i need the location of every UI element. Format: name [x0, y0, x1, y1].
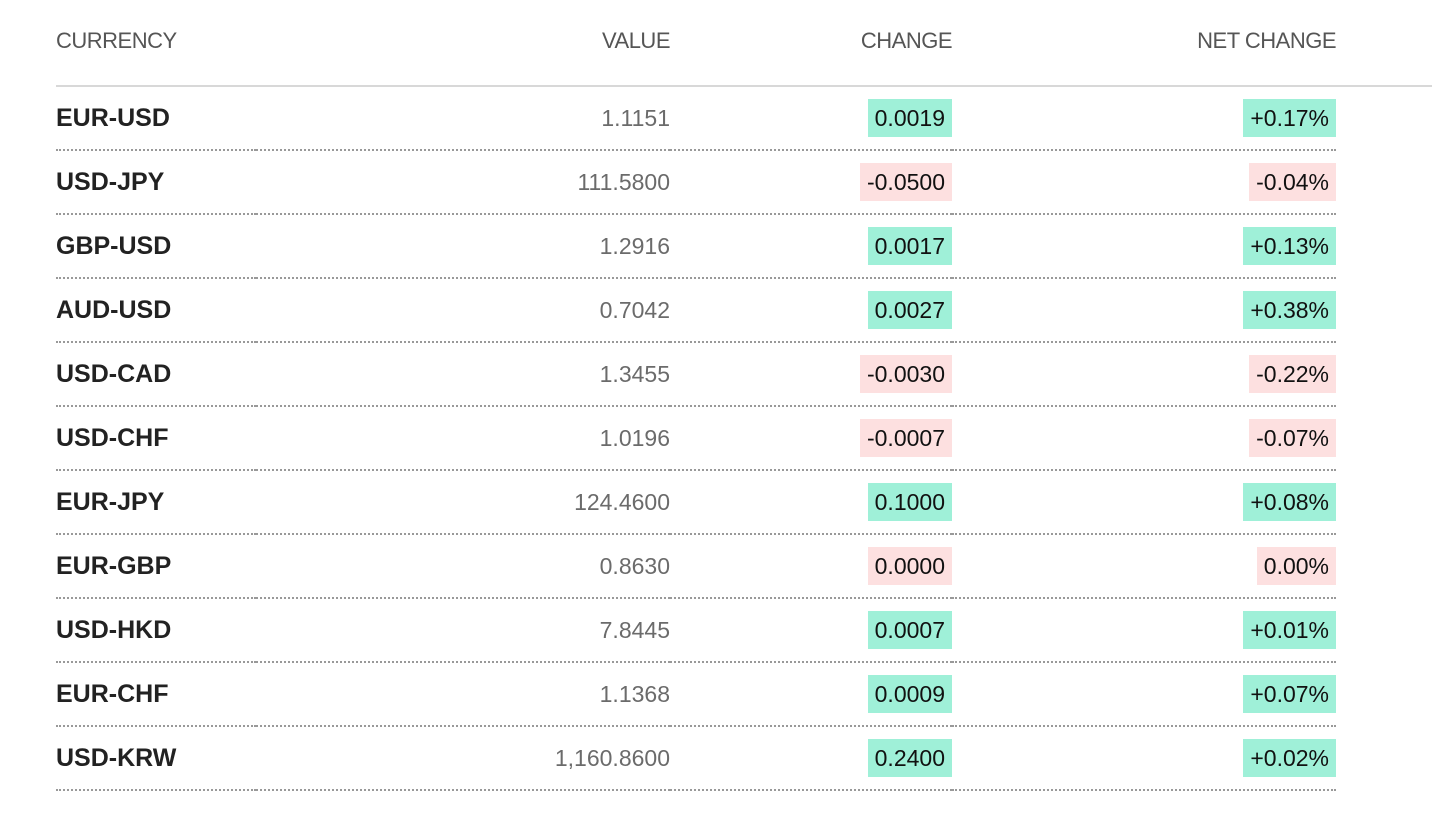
net-change-badge: +0.08%	[1243, 483, 1336, 521]
row-spacer	[1336, 86, 1432, 150]
table-row[interactable]: EUR-CHF 1.1368 0.0009 +0.07%	[56, 662, 1432, 727]
table-row[interactable]: USD-KRW 1,160.8600 0.2400 +0.02%	[56, 726, 1432, 791]
change-cell: 0.2400	[670, 726, 952, 791]
change-badge: 0.1000	[867, 483, 952, 521]
row-spacer	[1336, 150, 1432, 214]
net-change-badge: -0.22%	[1249, 355, 1336, 393]
currency-value: 1.0196	[256, 406, 670, 471]
change-cell: 0.0017	[670, 214, 952, 279]
table-row[interactable]: EUR-GBP 0.8630 0.0000 0.00%	[56, 534, 1432, 599]
currency-value: 0.8630	[256, 534, 670, 599]
change-cell: 0.0007	[670, 598, 952, 663]
table-row[interactable]: USD-CHF 1.0196 -0.0007 -0.07%	[56, 406, 1432, 471]
currency-symbol-link[interactable]: USD-CAD	[56, 342, 256, 407]
currency-value: 124.4600	[256, 470, 670, 535]
table-header-row: CURRENCY VALUE CHANGE NET CHANGE	[56, 0, 1432, 87]
change-badge: -0.0007	[859, 419, 952, 457]
change-badge: 0.0017	[867, 227, 952, 265]
change-badge: 0.0000	[867, 547, 952, 585]
table-row[interactable]: USD-CAD 1.3455 -0.0030 -0.22%	[56, 342, 1432, 407]
net-change-badge: -0.07%	[1249, 419, 1336, 457]
change-badge: 0.0007	[867, 611, 952, 649]
header-value[interactable]: VALUE	[256, 0, 671, 87]
net-change-cell: +0.17%	[952, 86, 1336, 151]
currency-value: 7.8445	[256, 598, 670, 663]
table-row[interactable]: GBP-USD 1.2916 0.0017 +0.13%	[56, 214, 1432, 279]
change-cell: 0.1000	[670, 470, 952, 535]
change-cell: -0.0030	[670, 342, 952, 407]
currency-value: 1.1151	[256, 86, 670, 151]
net-change-badge: +0.01%	[1243, 611, 1336, 649]
header-net-change[interactable]: NET CHANGE	[952, 0, 1337, 87]
row-spacer	[1336, 470, 1432, 534]
header-currency[interactable]: CURRENCY	[56, 0, 256, 87]
net-change-badge: +0.38%	[1243, 291, 1336, 329]
change-badge: -0.0030	[859, 355, 952, 393]
currency-symbol-link[interactable]: EUR-USD	[56, 86, 256, 151]
net-change-badge: +0.17%	[1243, 99, 1336, 137]
change-cell: 0.0027	[670, 278, 952, 343]
currency-value: 1,160.8600	[256, 726, 670, 791]
currency-symbol-link[interactable]: AUD-USD	[56, 278, 256, 343]
row-spacer	[1336, 342, 1432, 406]
net-change-badge: +0.02%	[1243, 739, 1336, 777]
currency-symbol-link[interactable]: EUR-CHF	[56, 662, 256, 727]
currency-symbol-link[interactable]: USD-CHF	[56, 406, 256, 471]
net-change-badge: -0.04%	[1249, 163, 1336, 201]
change-badge: -0.0500	[859, 163, 952, 201]
currency-symbol-link[interactable]: USD-KRW	[56, 726, 256, 791]
currency-symbol-link[interactable]: EUR-GBP	[56, 534, 256, 599]
row-spacer	[1336, 662, 1432, 726]
net-change-cell: +0.01%	[952, 598, 1336, 663]
currency-symbol-link[interactable]: GBP-USD	[56, 214, 256, 279]
currency-value: 1.3455	[256, 342, 670, 407]
row-spacer	[1336, 278, 1432, 342]
change-cell: 0.0009	[670, 662, 952, 727]
row-spacer	[1336, 406, 1432, 470]
net-change-cell: +0.38%	[952, 278, 1336, 343]
net-change-badge: 0.00%	[1256, 547, 1336, 585]
net-change-cell: -0.22%	[952, 342, 1336, 407]
net-change-cell: 0.00%	[952, 534, 1336, 599]
change-badge: 0.0009	[867, 675, 952, 713]
currency-value: 111.5800	[256, 150, 670, 215]
currency-value: 1.1368	[256, 662, 670, 727]
currency-symbol-link[interactable]: EUR-JPY	[56, 470, 256, 535]
header-change[interactable]: CHANGE	[670, 0, 953, 87]
net-change-cell: +0.02%	[952, 726, 1336, 791]
currency-table: CURRENCY VALUE CHANGE NET CHANGE EUR-USD…	[56, 0, 1432, 791]
net-change-cell: +0.08%	[952, 470, 1336, 535]
net-change-badge: +0.07%	[1243, 675, 1336, 713]
net-change-cell: -0.04%	[952, 150, 1336, 215]
change-badge: 0.0027	[867, 291, 952, 329]
net-change-cell: +0.13%	[952, 214, 1336, 279]
table-row[interactable]: EUR-USD 1.1151 0.0019 +0.17%	[56, 86, 1432, 151]
net-change-badge: +0.13%	[1243, 227, 1336, 265]
table-row[interactable]: USD-JPY 111.5800 -0.0500 -0.04%	[56, 150, 1432, 215]
net-change-cell: -0.07%	[952, 406, 1336, 471]
change-badge: 0.2400	[867, 739, 952, 777]
table-row[interactable]: AUD-USD 0.7042 0.0027 +0.38%	[56, 278, 1432, 343]
change-badge: 0.0019	[867, 99, 952, 137]
row-spacer	[1336, 598, 1432, 662]
table-body: EUR-USD 1.1151 0.0019 +0.17% USD-JPY 111.5800…	[56, 86, 1432, 791]
header-spacer	[1336, 0, 1432, 87]
table-row[interactable]: EUR-JPY 124.4600 0.1000 +0.08%	[56, 470, 1432, 535]
currency-table-container: CURRENCY VALUE CHANGE NET CHANGE EUR-USD…	[56, 0, 1432, 791]
currency-symbol-link[interactable]: USD-HKD	[56, 598, 256, 663]
net-change-cell: +0.07%	[952, 662, 1336, 727]
row-spacer	[1336, 534, 1432, 598]
currency-symbol-link[interactable]: USD-JPY	[56, 150, 256, 215]
change-cell: 0.0000	[670, 534, 952, 599]
change-cell: -0.0500	[670, 150, 952, 215]
currency-value: 1.2916	[256, 214, 670, 279]
row-spacer	[1336, 214, 1432, 278]
table-row[interactable]: USD-HKD 7.8445 0.0007 +0.01%	[56, 598, 1432, 663]
row-spacer	[1336, 726, 1432, 790]
change-cell: 0.0019	[670, 86, 952, 151]
change-cell: -0.0007	[670, 406, 952, 471]
currency-value: 0.7042	[256, 278, 670, 343]
